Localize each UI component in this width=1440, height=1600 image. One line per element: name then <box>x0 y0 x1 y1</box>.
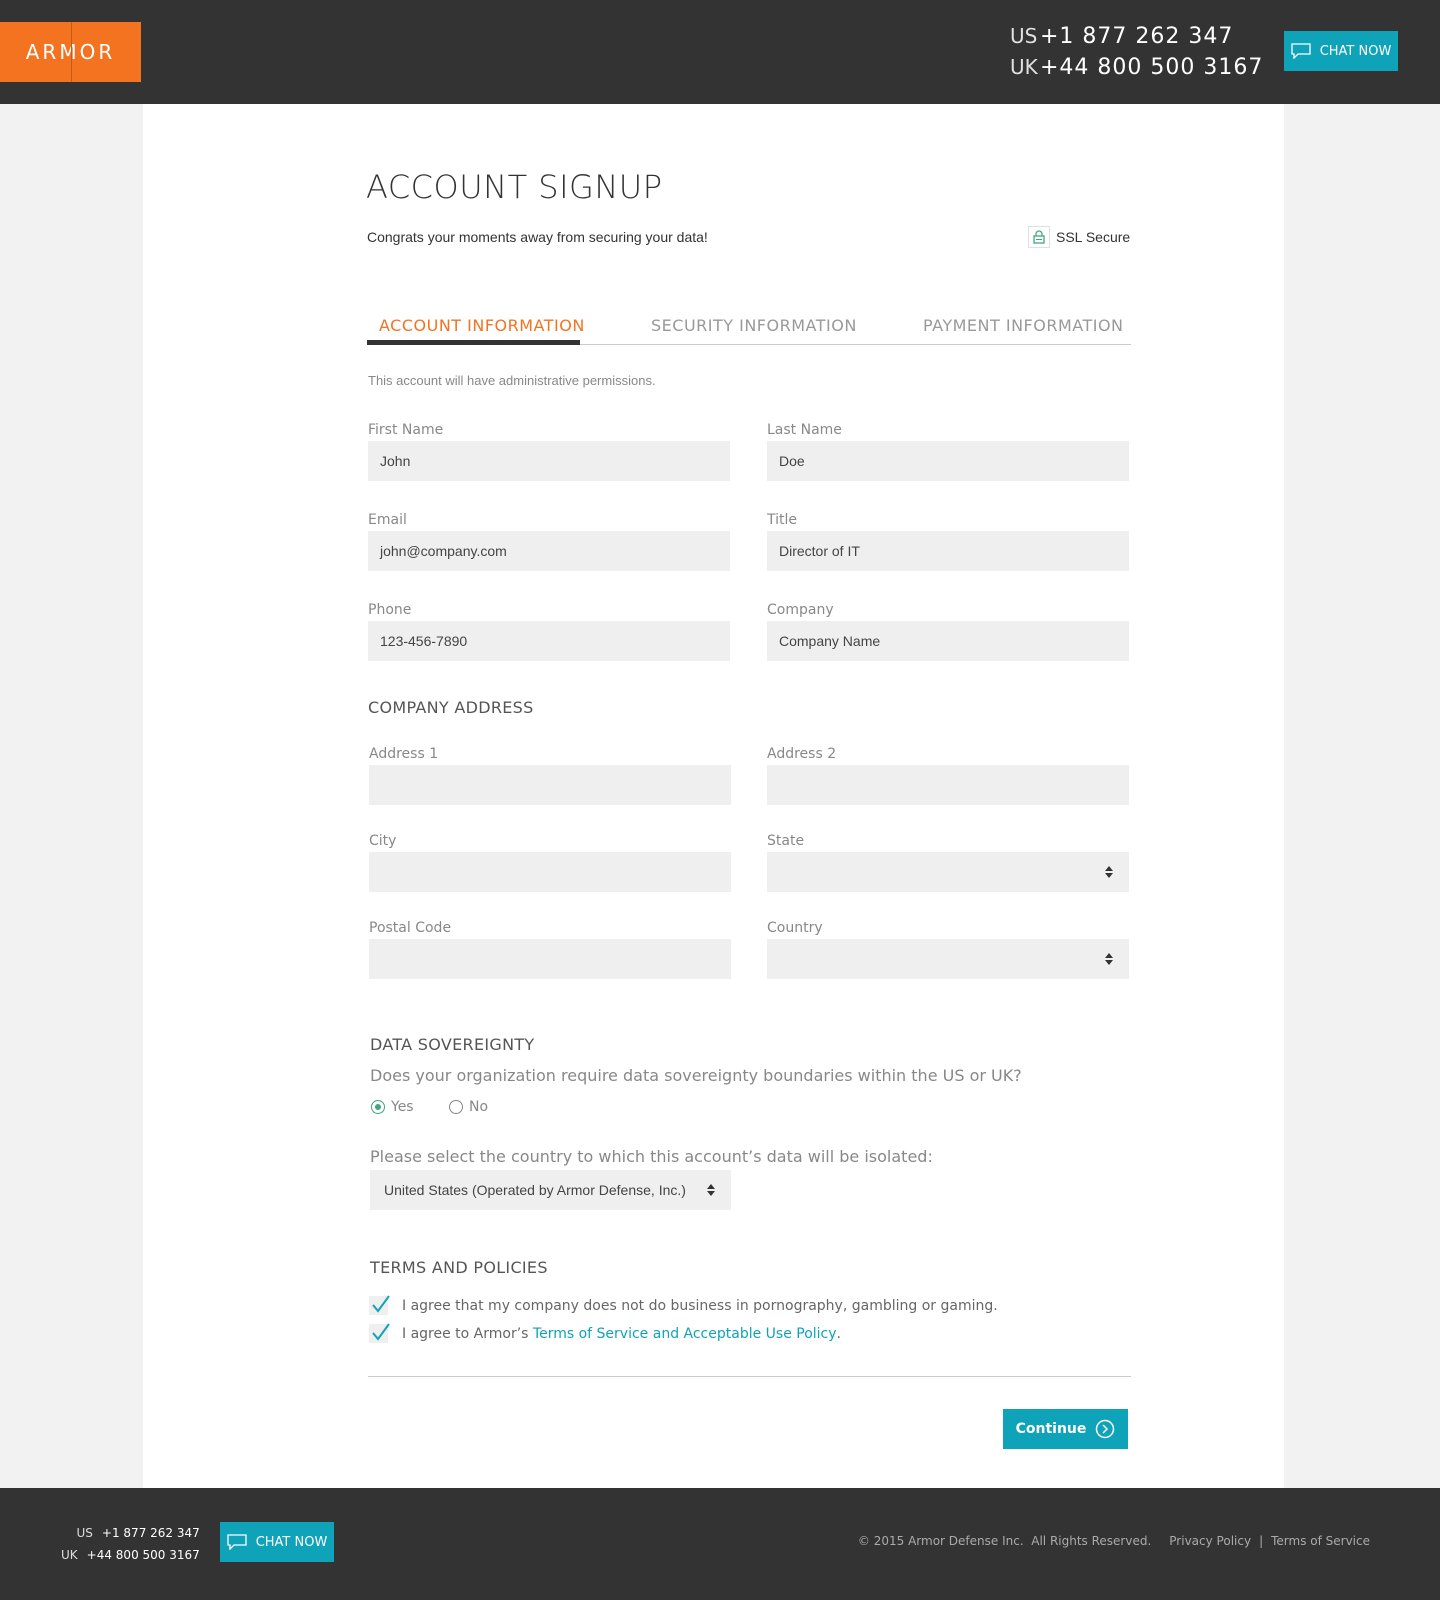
page-title: ACCOUNT SIGNUP <box>366 168 663 206</box>
phone-input[interactable]: 123-456-7890 <box>368 621 730 661</box>
phone-label: Phone <box>368 602 412 618</box>
address2-input[interactable] <box>767 765 1129 805</box>
city-label: City <box>369 833 397 849</box>
us-phone[interactable]: +1 877 262 347 <box>1040 24 1233 49</box>
footer-us-code: US <box>76 1526 93 1540</box>
tab-security-information[interactable]: SECURITY INFORMATION <box>651 316 857 335</box>
postal-code-label: Postal Code <box>369 920 452 936</box>
title-label: Title <box>767 512 798 528</box>
footer-separator: | <box>1259 1534 1264 1548</box>
radio-yes-circle[interactable] <box>371 1100 385 1114</box>
chat-now-button[interactable]: CHAT NOW <box>1284 31 1398 71</box>
data-country-value: United States (Operated by Armor Defense… <box>384 1182 686 1198</box>
agree-terms-suffix: . <box>836 1325 841 1342</box>
company-address-heading: COMPANY ADDRESS <box>368 698 534 717</box>
us-code: US <box>1010 24 1038 48</box>
footer-legal: © 2015 Armor Defense Inc. All Rights Res… <box>858 1534 1370 1548</box>
logo-divider <box>71 22 72 82</box>
chat-now-label: CHAT NOW <box>1319 43 1392 59</box>
sovereignty-question: Does your organization require data sove… <box>370 1066 1022 1085</box>
check-icon <box>372 1295 390 1313</box>
select-arrows-icon <box>1105 953 1113 965</box>
armor-logo[interactable]: ARMOR <box>0 22 141 82</box>
company-input[interactable]: Company Name <box>767 621 1129 661</box>
footer-uk-phone[interactable]: +44 800 500 3167 <box>87 1548 200 1562</box>
chat-bubble-icon <box>227 1534 247 1550</box>
state-label: State <box>767 833 805 849</box>
us-phone-row: US +1 877 262 347 <box>1010 24 1263 55</box>
first-name-label: First Name <box>368 422 444 438</box>
copyright-text: © 2015 Armor Defense Inc. All Rights Res… <box>857 1534 1152 1548</box>
country-select[interactable] <box>767 939 1129 979</box>
email-input[interactable]: john@company.com <box>368 531 730 571</box>
terms-policies-heading: TERMS AND POLICIES <box>370 1258 548 1277</box>
form-divider <box>368 1376 1131 1377</box>
footer-uk-phone-row: UK +44 800 500 3167 <box>61 1544 200 1566</box>
tab-payment-information[interactable]: PAYMENT INFORMATION <box>923 316 1124 335</box>
ssl-label: SSL Secure <box>1056 229 1131 245</box>
country-isolation-question: Please select the country to which this … <box>370 1147 933 1166</box>
page-subtitle: Congrats your moments away from securing… <box>367 229 708 245</box>
arrow-circle-right-icon <box>1096 1419 1115 1439</box>
data-country-select[interactable]: United States (Operated by Armor Defense… <box>370 1170 731 1210</box>
last-name-label: Last Name <box>767 422 842 438</box>
agree-content-row: I agree that my company does not do busi… <box>369 1295 998 1315</box>
agree-content-label: I agree that my company does not do busi… <box>402 1297 998 1314</box>
signup-tabs: ACCOUNT INFORMATION SECURITY INFORMATION… <box>367 312 1131 345</box>
chat-bubble-icon <box>1291 43 1311 59</box>
terms-of-service-footer-link[interactable]: Terms of Service <box>1271 1534 1370 1548</box>
uk-phone[interactable]: +44 800 500 3167 <box>1040 55 1263 80</box>
uk-phone-row: UK +44 800 500 3167 <box>1010 55 1263 86</box>
check-icon <box>372 1323 390 1341</box>
address2-label: Address 2 <box>767 746 837 762</box>
permissions-note: This account will have administrative pe… <box>368 373 656 388</box>
radio-no[interactable]: No <box>449 1099 488 1115</box>
address1-label: Address 1 <box>369 746 439 762</box>
agree-terms-row: I agree to Armor’s Terms of Service and … <box>369 1323 841 1343</box>
agree-terms-prefix: I agree to Armor’s <box>402 1325 533 1342</box>
radio-no-label: No <box>469 1099 489 1115</box>
continue-button[interactable]: Continue <box>1003 1409 1128 1449</box>
uk-code: UK <box>1010 55 1038 79</box>
state-select[interactable] <box>767 852 1129 892</box>
radio-yes[interactable]: Yes <box>371 1099 414 1115</box>
email-label: Email <box>368 512 407 528</box>
tab-account-information[interactable]: ACCOUNT INFORMATION <box>379 316 585 335</box>
active-tab-indicator <box>367 340 580 345</box>
data-sovereignty-heading: DATA SOVEREIGNTY <box>370 1035 535 1054</box>
country-label: Country <box>767 920 823 936</box>
footer: US +1 877 262 347 UK +44 800 500 3167 CH… <box>0 1488 1440 1600</box>
ssl-secure-badge: SSL Secure <box>1028 226 1130 248</box>
footer-phones: US +1 877 262 347 UK +44 800 500 3167 <box>61 1522 200 1566</box>
select-arrows-icon <box>1105 866 1113 878</box>
footer-chat-now-button[interactable]: CHAT NOW <box>220 1522 334 1562</box>
lock-icon <box>1028 226 1050 248</box>
footer-us-phone[interactable]: +1 877 262 347 <box>102 1526 200 1540</box>
footer-us-phone-row: US +1 877 262 347 <box>61 1522 200 1544</box>
last-name-input[interactable]: Doe <box>767 441 1129 481</box>
terms-of-service-link[interactable]: Terms of Service and Acceptable Use Poli… <box>533 1326 837 1342</box>
agree-content-checkbox[interactable] <box>369 1295 390 1315</box>
footer-uk-code: UK <box>61 1548 78 1562</box>
agree-terms-checkbox[interactable] <box>369 1323 390 1343</box>
header: ARMOR US +1 877 262 347 UK +44 800 500 3… <box>0 0 1440 104</box>
postal-code-input[interactable] <box>369 939 731 979</box>
continue-label: Continue <box>1015 1421 1087 1437</box>
footer-chat-now-label: CHAT NOW <box>255 1534 328 1550</box>
city-input[interactable] <box>369 852 731 892</box>
header-phones: US +1 877 262 347 UK +44 800 500 3167 <box>1010 24 1263 86</box>
privacy-policy-link[interactable]: Privacy Policy <box>1169 1534 1251 1548</box>
first-name-input[interactable]: John <box>368 441 730 481</box>
title-input[interactable]: Director of IT <box>767 531 1129 571</box>
address1-input[interactable] <box>369 765 731 805</box>
radio-no-circle[interactable] <box>449 1100 463 1114</box>
company-label: Company <box>767 602 834 618</box>
radio-yes-label: Yes <box>391 1099 414 1115</box>
select-arrows-icon <box>707 1184 715 1196</box>
